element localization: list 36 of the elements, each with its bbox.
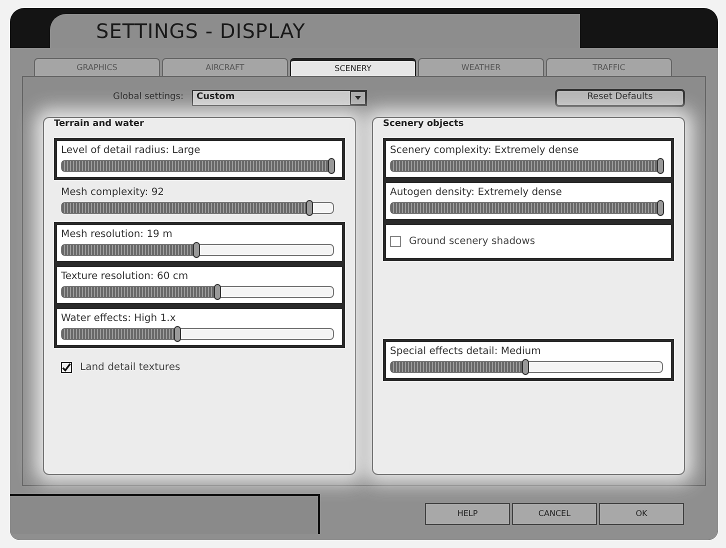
group-title: Terrain and water <box>54 118 145 131</box>
slider-thumb[interactable] <box>192 242 200 258</box>
slider-thumb[interactable] <box>214 284 222 300</box>
slider-label: Mesh resolution: 19 m <box>61 230 174 240</box>
slider-label: Level of detail radius: Large <box>61 146 202 156</box>
slider-thumb[interactable] <box>657 158 664 174</box>
tab[interactable]: SCENERY <box>290 58 416 76</box>
slider-label: Autogen density: Extremely dense <box>390 188 563 198</box>
window-title: SETTINGS - DISPLAY <box>96 18 306 45</box>
global-settings-label: Global settings: <box>113 91 184 104</box>
checkbox-label: Ground scenery shadows <box>409 234 536 248</box>
slider-thumb[interactable] <box>174 326 181 342</box>
checkbox-label: Land detail textures <box>80 360 180 374</box>
slider-thumb[interactable] <box>306 200 314 216</box>
slider-thumb[interactable] <box>328 158 335 174</box>
slider-track[interactable] <box>61 328 334 340</box>
checkbox[interactable] <box>61 362 72 372</box>
slider-label: Special effects detail: Medium <box>390 346 542 356</box>
slider-thumb[interactable] <box>657 200 664 216</box>
slider-track[interactable] <box>390 360 663 372</box>
slider-label: Mesh complexity: 92 <box>61 188 166 198</box>
checkmark-icon <box>62 362 71 372</box>
slider-label: Water effects: High 1.x <box>61 314 177 324</box>
group-title: Scenery objects <box>383 118 465 131</box>
slider-track[interactable] <box>61 202 334 214</box>
slider-track[interactable] <box>61 286 334 298</box>
dialog-button[interactable]: OK <box>599 503 684 525</box>
dialog-button[interactable]: HELP <box>425 503 510 525</box>
dialog-button[interactable]: CANCEL <box>512 503 597 525</box>
slider-track[interactable] <box>61 244 334 256</box>
global-settings-dropdown[interactable]: Custom <box>192 90 366 106</box>
slider-thumb[interactable] <box>522 358 528 374</box>
slider-label: Texture resolution: 60 cm <box>61 272 190 282</box>
reset-defaults-button[interactable]: Reset Defaults <box>555 89 685 107</box>
checkbox[interactable] <box>390 236 401 246</box>
slider-label: Scenery complexity: Extremely dense <box>390 146 580 156</box>
